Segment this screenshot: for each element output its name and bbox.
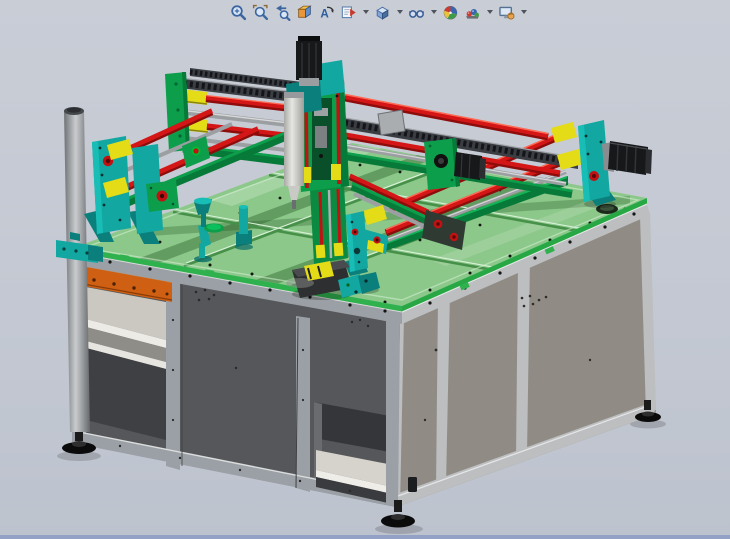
statusbar-edge	[0, 535, 730, 539]
panel-slot	[408, 477, 417, 492]
view-settings-icon[interactable]	[497, 2, 516, 22]
chevron-down-icon	[431, 10, 437, 14]
view-orientation-dropdown[interactable]	[361, 2, 370, 22]
chevron-down-icon	[397, 10, 403, 14]
previous-view-icon[interactable]	[273, 2, 292, 22]
back-motor[interactable]	[454, 152, 486, 180]
z-lower-carriage	[310, 184, 348, 264]
hide-show-items-dropdown[interactable]	[429, 2, 438, 22]
section-view-icon[interactable]	[295, 2, 314, 22]
chevron-down-icon	[487, 10, 493, 14]
hide-show-items-icon[interactable]	[407, 2, 426, 22]
display-style-dropdown[interactable]	[395, 2, 404, 22]
support-bracket-green	[146, 180, 179, 212]
zoom-to-fit-icon[interactable]	[229, 2, 248, 22]
edit-appearance-icon[interactable]	[441, 2, 460, 22]
heads-up-toolbar: A	[229, 1, 528, 23]
spindle-motor[interactable]	[296, 36, 322, 86]
view-settings-dropdown[interactable]	[519, 2, 528, 22]
chevron-down-icon	[521, 10, 527, 14]
viewport-3d[interactable]	[0, 0, 730, 539]
left-open-bay	[86, 287, 166, 440]
display-style-icon[interactable]	[373, 2, 392, 22]
view-orientation-icon[interactable]	[339, 2, 358, 22]
apply-scene-dropdown[interactable]	[485, 2, 494, 22]
apply-scene-icon[interactable]	[463, 2, 482, 22]
chevron-down-icon	[363, 10, 369, 14]
svg-text:A: A	[320, 7, 329, 20]
zoom-to-area-icon[interactable]	[251, 2, 270, 22]
rotate-view-icon[interactable]: A	[317, 2, 336, 22]
